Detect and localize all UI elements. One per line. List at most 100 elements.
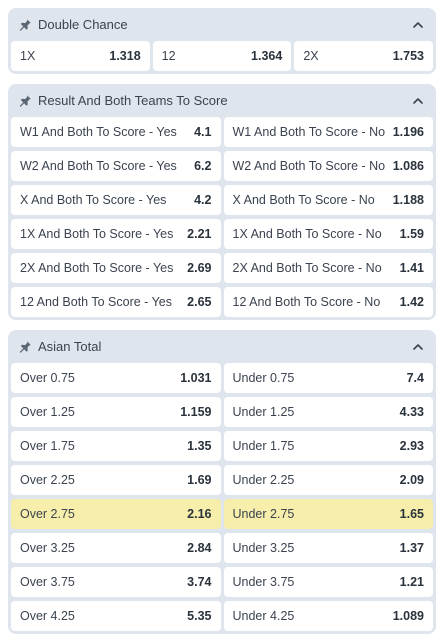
odds-value: 2.21 [187, 227, 212, 241]
odds-button[interactable]: Under 1.25 4.33 [223, 397, 433, 427]
odds-button[interactable]: Over 3.25 2.84 [11, 533, 221, 563]
outcome-label: Over 2.25 [20, 473, 75, 487]
outcome-label: Over 2.75 [20, 507, 75, 521]
odds-button[interactable]: Under 0.75 7.4 [223, 363, 433, 393]
markets-list: Double Chance 1X 1.318 12 1.364 2X 1.753 Result… [0, 0, 444, 634]
odds-button[interactable]: W1 And Both To Score - No 1.196 [223, 117, 433, 147]
odds-value: 7.4 [406, 371, 424, 385]
odds-button[interactable]: 2X And Both To Score - No 1.41 [223, 253, 433, 283]
odds-button[interactable]: Under 2.75 1.65 [223, 499, 433, 529]
outcome-label: Under 1.75 [232, 439, 295, 453]
odds-value: 5.35 [187, 609, 212, 623]
outcome-label: 12 And Both To Score - Yes [20, 295, 172, 309]
odds-button[interactable]: Under 2.25 2.09 [223, 465, 433, 495]
odds-value: 1.753 [392, 49, 424, 63]
odds-value: 1.65 [399, 507, 424, 521]
odds-value: 4.33 [399, 405, 424, 419]
outcome-label: Under 3.25 [232, 541, 295, 555]
chevron-up-icon[interactable] [412, 19, 424, 31]
odds-value: 3.74 [187, 575, 212, 589]
odds-value: 1.089 [392, 609, 424, 623]
market-title: Result And Both Teams To Score [38, 93, 228, 108]
odds-button[interactable]: Over 3.75 3.74 [11, 567, 221, 597]
outcomes-grid: W1 And Both To Score - Yes 4.1 W1 And Both… [11, 117, 433, 317]
odds-value: 2.84 [187, 541, 212, 555]
odds-value: 2.65 [187, 295, 212, 309]
outcome-label: 1X And Both To Score - Yes [20, 227, 174, 241]
odds-button[interactable]: 2X 1.753 [294, 41, 433, 71]
outcomes-grid: Over 0.75 1.031 Under 0.75 7.4 Over 1.25 1.15… [11, 363, 433, 631]
odds-value: 1.41 [399, 261, 424, 275]
odds-button[interactable]: 2X And Both To Score - Yes 2.69 [11, 253, 221, 283]
odds-value: 1.35 [187, 439, 212, 453]
odds-button[interactable]: Over 1.25 1.159 [11, 397, 221, 427]
odds-value: 6.2 [194, 159, 212, 173]
odds-button[interactable]: Over 0.75 1.031 [11, 363, 221, 393]
odds-button[interactable]: 12 And Both To Score - Yes 2.65 [11, 287, 221, 317]
odds-button[interactable]: W2 And Both To Score - No 1.086 [223, 151, 433, 181]
odds-value: 2.93 [399, 439, 424, 453]
outcome-label: W2 And Both To Score - Yes [20, 159, 177, 173]
odds-button[interactable]: Over 2.25 1.69 [11, 465, 221, 495]
odds-value: 1.188 [392, 193, 424, 207]
odds-value: 1.031 [180, 371, 212, 385]
odds-button[interactable]: Under 3.75 1.21 [223, 567, 433, 597]
pin-icon[interactable] [18, 340, 32, 354]
outcome-label: 2X [303, 49, 319, 63]
chevron-up-icon[interactable] [412, 341, 424, 353]
outcome-label: Over 0.75 [20, 371, 75, 385]
odds-button[interactable]: 12 And Both To Score - No 1.42 [223, 287, 433, 317]
odds-button[interactable]: 12 1.364 [152, 41, 292, 71]
outcome-label: 12 [161, 49, 176, 63]
odds-value: 1.37 [399, 541, 424, 555]
odds-button[interactable]: Over 4.25 5.35 [11, 601, 221, 631]
market-title: Double Chance [38, 17, 128, 32]
odds-button[interactable]: Over 2.75 2.16 [11, 499, 221, 529]
outcome-label: Over 1.25 [20, 405, 75, 419]
odds-button[interactable]: Under 3.25 1.37 [223, 533, 433, 563]
odds-value: 1.59 [399, 227, 424, 241]
odds-value: 2.16 [187, 507, 212, 521]
odds-button[interactable]: X And Both To Score - Yes 4.2 [11, 185, 221, 215]
odds-value: 1.159 [180, 405, 212, 419]
odds-button[interactable]: W2 And Both To Score - Yes 6.2 [11, 151, 221, 181]
outcome-label: 1X [20, 49, 36, 63]
pin-icon[interactable] [18, 94, 32, 108]
odds-value: 1.42 [399, 295, 424, 309]
market-header[interactable]: Double Chance [11, 8, 433, 41]
outcome-label: Over 1.75 [20, 439, 75, 453]
market-section: Result And Both Teams To Score W1 And Bot… [8, 84, 436, 320]
pin-icon[interactable] [18, 18, 32, 32]
odds-button[interactable]: 1X And Both To Score - Yes 2.21 [11, 219, 221, 249]
odds-button[interactable]: Under 1.75 2.93 [223, 431, 433, 461]
outcome-label: Under 0.75 [232, 371, 295, 385]
odds-button[interactable]: Over 1.75 1.35 [11, 431, 221, 461]
odds-value: 1.318 [109, 49, 141, 63]
chevron-up-icon[interactable] [412, 95, 424, 107]
odds-button[interactable]: 1X And Both To Score - No 1.59 [223, 219, 433, 249]
odds-button[interactable]: Under 4.25 1.089 [223, 601, 433, 631]
odds-button[interactable]: X And Both To Score - No 1.188 [223, 185, 433, 215]
outcome-label: Under 4.25 [232, 609, 295, 623]
odds-button[interactable]: 1X 1.318 [11, 41, 150, 71]
odds-value: 2.09 [399, 473, 424, 487]
outcome-label: Over 3.25 [20, 541, 75, 555]
market-header[interactable]: Asian Total [11, 330, 433, 363]
outcome-label: Under 3.75 [232, 575, 295, 589]
market-header[interactable]: Result And Both Teams To Score [11, 84, 433, 117]
outcome-label: 2X And Both To Score - No [232, 261, 382, 275]
odds-button[interactable]: W1 And Both To Score - Yes 4.1 [11, 117, 221, 147]
odds-value: 1.21 [399, 575, 424, 589]
market-section: Asian Total Over 0.75 1.031 Under 0.75 7.4 Ov… [8, 330, 436, 634]
market-title: Asian Total [38, 339, 102, 354]
outcome-label: Under 1.25 [232, 405, 295, 419]
odds-value: 1.364 [251, 49, 283, 63]
outcome-label: Under 2.25 [232, 473, 295, 487]
market-section: Double Chance 1X 1.318 12 1.364 2X 1.753 [8, 8, 436, 74]
outcome-label: 12 And Both To Score - No [232, 295, 381, 309]
odds-value: 4.1 [194, 125, 212, 139]
outcome-label: Under 2.75 [232, 507, 295, 521]
outcome-label: W2 And Both To Score - No [232, 159, 386, 173]
odds-value: 2.69 [187, 261, 212, 275]
outcome-label: Over 3.75 [20, 575, 75, 589]
